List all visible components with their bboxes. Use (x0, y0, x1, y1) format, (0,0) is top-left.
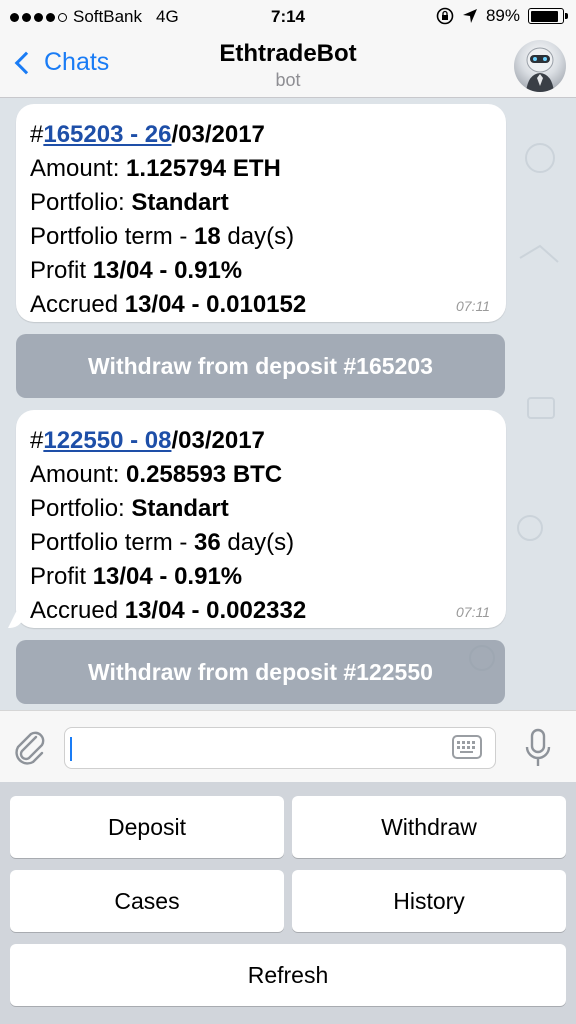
status-right: 89% (436, 6, 568, 26)
deposit-header: #165203 - 26/03/2017 (30, 121, 265, 148)
status-bar: SoftBank 4G 7:14 89% (0, 0, 576, 34)
deposit-link[interactable]: 165203 - 26 (43, 121, 171, 148)
history-button[interactable]: History (292, 870, 566, 932)
profit-line: Profit 13/04 - 0.91% (30, 563, 243, 590)
withdraw-deposit-button[interactable]: Withdraw from deposit #122550 (16, 640, 505, 704)
accrued-line: Accrued 13/04 - 0.002332 (30, 597, 307, 624)
chat-title: EthtradeBot (219, 40, 357, 67)
deposit-header: #122550 - 08/03/2017 (30, 427, 265, 454)
amount-line: Amount: 1.125794 ETH (30, 155, 281, 182)
message-input[interactable] (64, 727, 496, 769)
cases-button[interactable]: Cases (10, 870, 284, 932)
term-line: Portfolio term - 18 day(s) (30, 223, 295, 250)
lock-rotation-icon (436, 7, 454, 25)
message-time: 07:11 (456, 298, 490, 314)
message-bubble: #122550 - 08/03/2017 Amount: 0.258593 BT… (16, 410, 506, 628)
withdraw-button[interactable]: Withdraw (292, 796, 566, 858)
amount-line: Amount: 0.258593 BTC (30, 461, 283, 488)
deposit-link[interactable]: 122550 - 08 (43, 427, 171, 454)
nav-bar: Chats EthtradeBot bot (0, 34, 576, 98)
text-cursor (70, 737, 72, 761)
robot-icon (526, 47, 554, 92)
withdraw-deposit-button[interactable]: Withdraw from deposit #165203 (16, 334, 505, 398)
microphone-icon[interactable] (524, 727, 552, 769)
portfolio-line: Portfolio: Standart (30, 189, 229, 216)
chat-subtitle: bot (275, 70, 301, 90)
term-line: Portfolio term - 36 day(s) (30, 529, 295, 556)
battery-icon (528, 8, 568, 24)
bot-reply-keyboard: Deposit Withdraw Cases History Refresh (0, 782, 576, 1024)
message-bubble: #165203 - 26/03/2017 Amount: 1.125794 ET… (16, 104, 506, 322)
deposit-button[interactable]: Deposit (10, 796, 284, 858)
bot-avatar[interactable] (514, 40, 566, 92)
accrued-line: Accrued 13/04 - 0.010152 (30, 291, 307, 318)
message-time: 07:11 (456, 604, 490, 620)
portfolio-line: Portfolio: Standart (30, 495, 229, 522)
keyboard-icon[interactable] (452, 735, 482, 759)
battery-percent: 89% (485, 6, 520, 25)
chat-area[interactable]: #165203 - 26/03/2017 Amount: 1.125794 ET… (0, 98, 576, 710)
input-bar (0, 710, 576, 782)
paperclip-icon[interactable] (12, 727, 48, 767)
refresh-button[interactable]: Refresh (10, 944, 566, 1006)
profit-line: Profit 13/04 - 0.91% (30, 257, 243, 284)
location-arrow-icon (462, 9, 477, 23)
